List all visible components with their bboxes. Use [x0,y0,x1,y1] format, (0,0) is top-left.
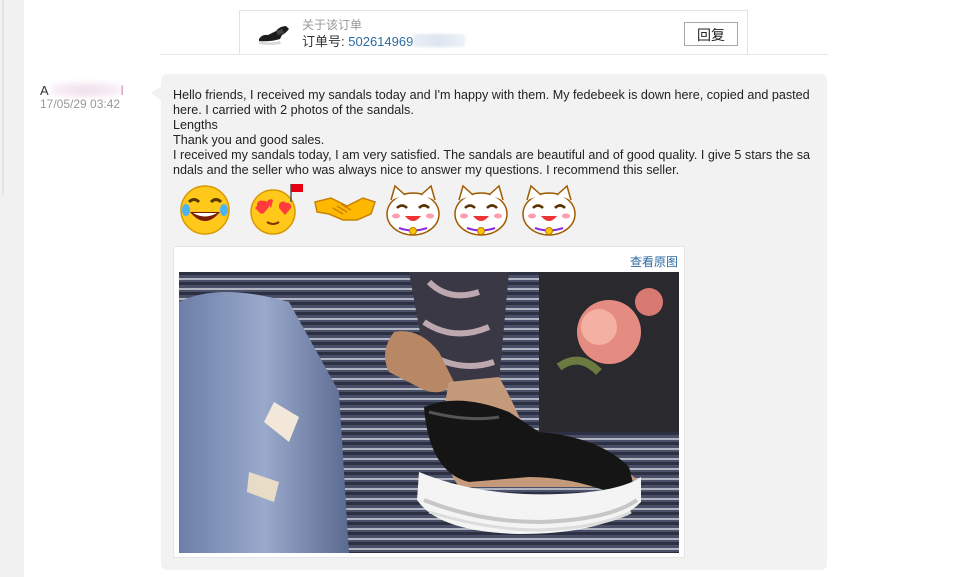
header-divider [160,54,828,55]
order-number-link[interactable]: 502614969 [348,34,413,49]
user-name-prefix: A [40,83,49,98]
photo-attachment: 查看原图 [173,246,685,558]
order-about-label: 关于该订单 [302,18,363,32]
lucky-cat-icon [522,184,576,236]
order-product-thumbnail[interactable] [256,20,292,47]
user-name[interactable]: Al [40,82,124,98]
handshake-icon [314,197,376,221]
order-number-label: 订单号: [302,34,345,49]
laughing-face-icon [180,185,230,235]
lucky-cat-icon [454,184,508,236]
user-name-suffix: l [120,83,124,98]
message-timestamp: 17/05/29 03:42 [40,97,121,111]
order-number-redaction [413,34,466,47]
view-original-link[interactable]: 查看原图 [630,253,678,270]
order-number-row: 订单号: 502614969 [302,34,466,50]
message-text: Hello friends, I received my sandals tod… [173,88,811,177]
lucky-cat-icon [386,184,440,236]
heart-eyes-face-icon [250,184,303,235]
user-name-redaction [50,82,121,98]
sandal-photo[interactable] [179,272,679,553]
order-card: 关于该订单 订单号: 502614969 回复 [239,10,748,54]
reply-button[interactable]: 回复 [684,22,738,46]
gutter-divider [2,0,4,195]
emoji-row [177,180,581,238]
bubble-pointer [151,86,161,100]
left-gutter [0,0,24,577]
